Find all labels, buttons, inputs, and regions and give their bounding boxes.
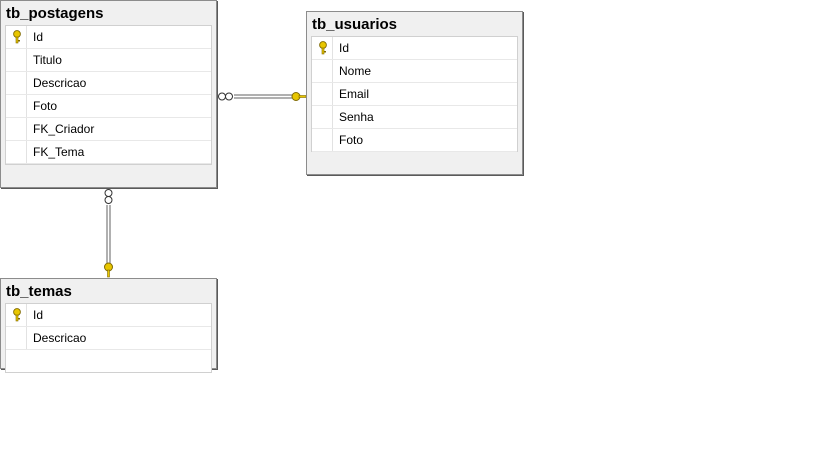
column-name: Email [339, 87, 370, 101]
column-grid: Id Nome Email Senha Foto [311, 36, 518, 152]
column-name: FK_Tema [33, 145, 85, 159]
column-grid: Id Titulo Descricao Foto FK_Criador FK_T… [5, 25, 212, 165]
column-name: Id [33, 308, 44, 322]
table-title: tb_temas [6, 283, 72, 300]
column-name: Descricao [33, 331, 87, 345]
column-name: Descricao [33, 76, 87, 90]
column-row[interactable]: FK_Tema [6, 141, 211, 164]
primary-key-icon [13, 30, 21, 44]
column-name: Id [339, 41, 350, 55]
key-end-icon [104, 262, 113, 278]
column-row[interactable]: Nome [312, 60, 517, 83]
column-row[interactable]: Email [312, 83, 517, 106]
column-name: Id [33, 30, 44, 44]
column-row[interactable]: Senha [312, 106, 517, 129]
column-row[interactable]: Titulo [6, 49, 211, 72]
column-row[interactable]: Foto [6, 95, 211, 118]
column-row[interactable]: Id [6, 304, 211, 327]
column-row[interactable]: Foto [312, 129, 517, 152]
column-name: Titulo [33, 53, 62, 67]
key-end-icon [291, 92, 307, 101]
table-title: tb_usuarios [312, 16, 398, 33]
relationship-postagens-temas[interactable] [104, 189, 113, 278]
column-row[interactable]: Descricao [6, 72, 211, 95]
column-name: FK_Criador [33, 122, 95, 136]
relationship-postagens-usuarios[interactable] [218, 92, 307, 101]
column-grid: Id Descricao [5, 303, 212, 373]
table-temas[interactable]: tb_temas Id Descricao [0, 278, 217, 373]
column-row[interactable]: Descricao [6, 327, 211, 350]
column-name: Senha [339, 110, 374, 124]
table-title: tb_postagens [6, 5, 104, 22]
table-usuarios[interactable]: tb_usuarios Id Nome Email Senha Foto [306, 11, 523, 175]
many-end-icon [104, 189, 113, 204]
many-end-icon [218, 92, 233, 101]
column-row[interactable]: Id [6, 26, 211, 49]
primary-key-icon [319, 41, 327, 55]
column-name: Nome [339, 64, 372, 78]
column-name: Foto [33, 99, 58, 113]
table-postagens[interactable]: tb_postagens Id Titulo Descricao Foto FK… [0, 0, 217, 188]
column-row[interactable]: FK_Criador [6, 118, 211, 141]
primary-key-icon [13, 308, 21, 322]
column-row[interactable]: Id [312, 37, 517, 60]
column-name: Foto [339, 133, 364, 147]
